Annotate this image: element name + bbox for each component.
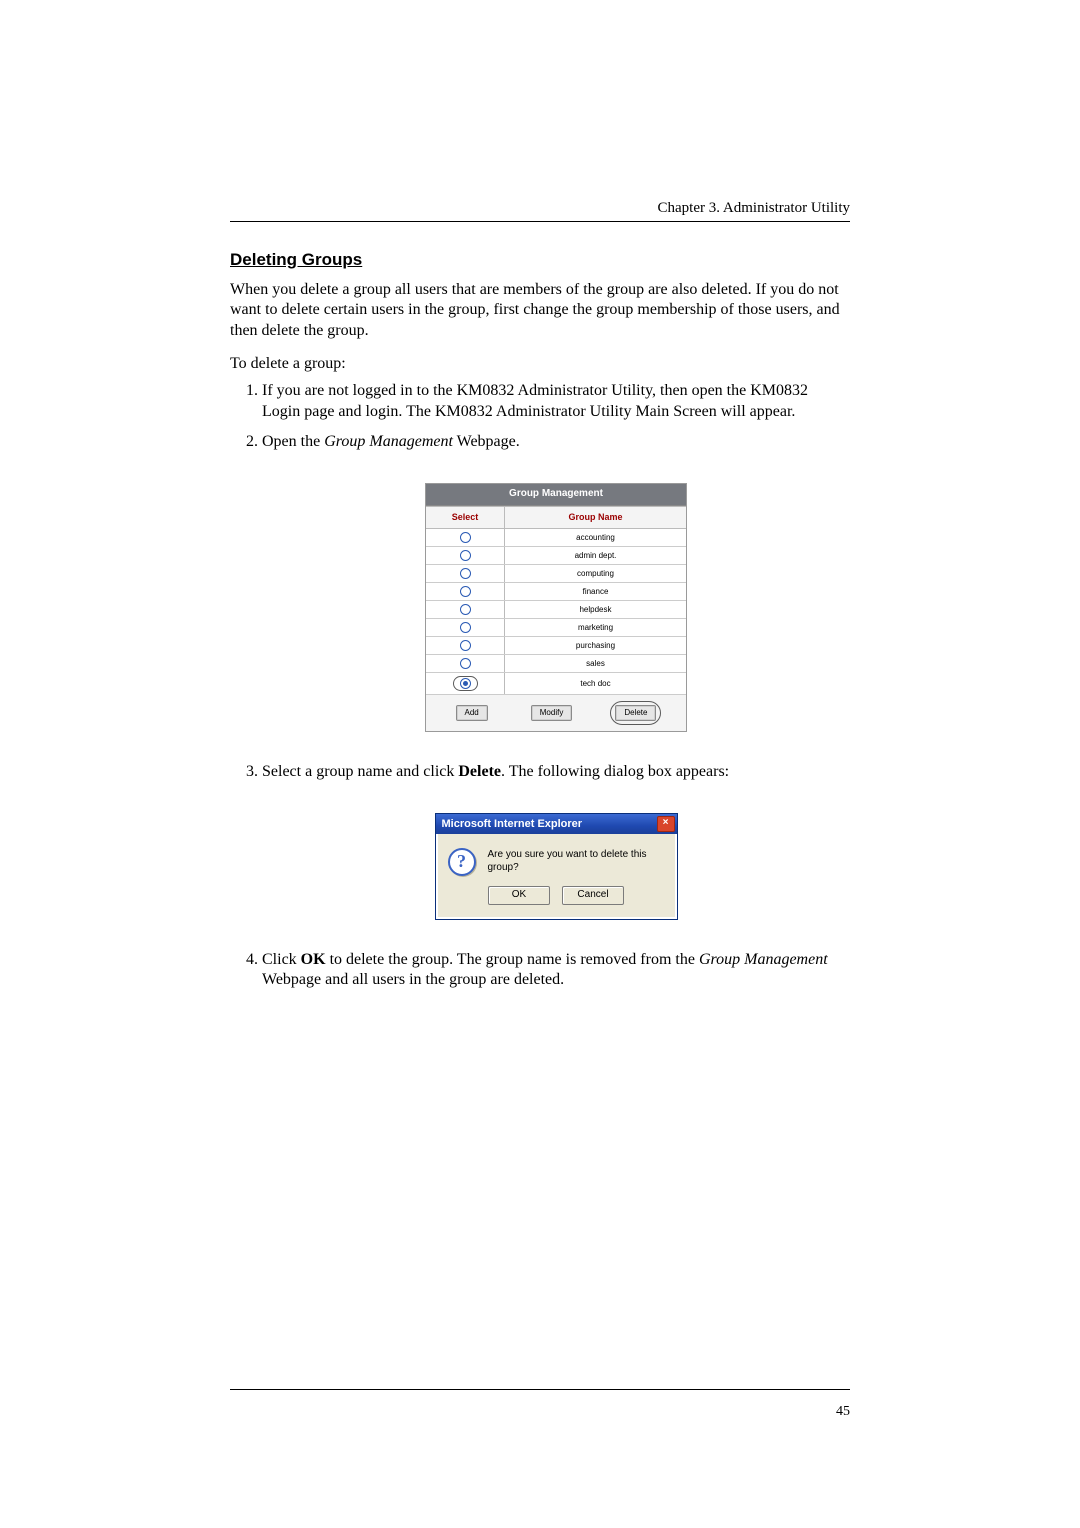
- radio-cell[interactable]: [426, 655, 505, 673]
- radio-icon: [460, 568, 471, 579]
- radio-icon: [460, 640, 471, 651]
- radio-cell[interactable]: [426, 619, 505, 637]
- radio-icon: [460, 532, 471, 543]
- group-table-header-row: Select Group Name: [426, 506, 686, 529]
- top-rule: [230, 221, 850, 222]
- group-name-cell: finance: [505, 583, 687, 601]
- delete-button[interactable]: Delete: [615, 705, 656, 721]
- cancel-button[interactable]: Cancel: [562, 886, 624, 905]
- col-select-header: Select: [426, 506, 505, 529]
- group-name-cell: helpdesk: [505, 601, 687, 619]
- dialog-message: Are you sure you want to delete this gro…: [488, 849, 665, 875]
- radio-icon: [460, 658, 471, 669]
- radio-icon: [460, 604, 471, 615]
- table-row: admin dept.: [426, 547, 686, 565]
- step-2: Open the Group Management Webpage. Group…: [262, 432, 850, 732]
- step-4-bold: OK: [301, 951, 326, 968]
- table-row: marketing: [426, 619, 686, 637]
- step-4-post: Webpage and all users in the group are d…: [262, 971, 564, 988]
- group-buttons-row: Add Modify Delete: [426, 695, 686, 721]
- group-name-cell: admin dept.: [505, 547, 687, 565]
- step-3-post: . The following dialog box appears:: [501, 763, 729, 780]
- add-button[interactable]: Add: [456, 705, 488, 721]
- step-3-bold: Delete: [458, 763, 501, 780]
- procedure-lead: To delete a group:: [230, 355, 850, 373]
- section-heading: Deleting Groups: [230, 250, 850, 270]
- close-icon[interactable]: ×: [657, 816, 675, 832]
- dialog-buttons: OK Cancel: [436, 886, 677, 919]
- group-management-title: Group Management: [426, 484, 686, 506]
- step-2-post: Webpage.: [453, 433, 520, 450]
- dialog-titlebar: Microsoft Internet Explorer ×: [436, 814, 677, 834]
- radio-selected-icon: [460, 678, 471, 689]
- radio-selected-highlight: [453, 676, 478, 691]
- step-4: Click OK to delete the group. The group …: [262, 950, 850, 991]
- radio-icon: [460, 622, 471, 633]
- radio-cell[interactable]: [426, 583, 505, 601]
- step-2-em: Group Management: [324, 433, 453, 450]
- step-3: Select a group name and click Delete. Th…: [262, 762, 850, 919]
- step-4-pre: Click: [262, 951, 301, 968]
- radio-cell[interactable]: [426, 637, 505, 655]
- radio-cell[interactable]: [426, 565, 505, 583]
- dialog-body: ? Are you sure you want to delete this g…: [436, 834, 677, 886]
- step-4-em: Group Management: [699, 951, 828, 968]
- table-row: sales: [426, 655, 686, 673]
- table-row: computing: [426, 565, 686, 583]
- group-management-panel: Group Management Select Group Name accou…: [425, 483, 687, 733]
- step-2-pre: Open the: [262, 433, 324, 450]
- group-name-cell: sales: [505, 655, 687, 673]
- paragraph-intro: When you delete a group all users that a…: [230, 280, 850, 341]
- group-table: Select Group Name accounting admin dept.…: [426, 506, 686, 696]
- step-3-pre: Select a group name and click: [262, 763, 458, 780]
- ok-button[interactable]: OK: [488, 886, 550, 905]
- radio-cell-selected[interactable]: [426, 673, 505, 695]
- table-row: finance: [426, 583, 686, 601]
- bottom-rule: [230, 1389, 850, 1390]
- group-name-cell: tech doc: [505, 673, 687, 695]
- step-4-mid: to delete the group. The group name is r…: [326, 951, 699, 968]
- radio-cell[interactable]: [426, 547, 505, 565]
- group-name-cell: marketing: [505, 619, 687, 637]
- page: Chapter 3. Administrator Utility Deletin…: [0, 0, 1080, 1528]
- group-name-cell: accounting: [505, 529, 687, 547]
- radio-icon: [460, 586, 471, 597]
- group-management-figure: Group Management Select Group Name accou…: [425, 483, 687, 733]
- radio-cell[interactable]: [426, 529, 505, 547]
- group-name-cell: purchasing: [505, 637, 687, 655]
- steps-list: If you are not logged in to the KM0832 A…: [236, 381, 850, 990]
- dialog-window: Microsoft Internet Explorer × ? Are you …: [435, 813, 678, 920]
- table-row: accounting: [426, 529, 686, 547]
- col-name-header: Group Name: [505, 506, 687, 529]
- question-icon: ?: [448, 848, 476, 876]
- step-1: If you are not logged in to the KM0832 A…: [262, 381, 850, 422]
- chapter-header: Chapter 3. Administrator Utility: [230, 200, 850, 217]
- radio-cell[interactable]: [426, 601, 505, 619]
- group-name-cell: computing: [505, 565, 687, 583]
- table-row: tech doc: [426, 673, 686, 695]
- table-row: helpdesk: [426, 601, 686, 619]
- table-row: purchasing: [426, 637, 686, 655]
- page-number: 45: [836, 1404, 850, 1420]
- dialog-figure: Microsoft Internet Explorer × ? Are you …: [435, 813, 678, 920]
- dialog-title: Microsoft Internet Explorer: [442, 817, 583, 831]
- radio-icon: [460, 550, 471, 561]
- modify-button[interactable]: Modify: [531, 705, 573, 721]
